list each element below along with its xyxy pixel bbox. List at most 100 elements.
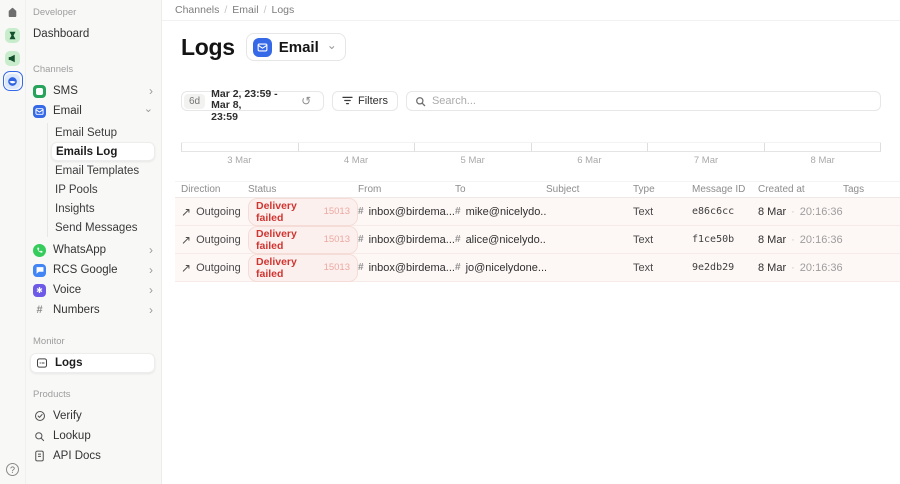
status-label: Delivery failed — [256, 227, 297, 252]
timeline-tick-label: 8 Mar — [810, 155, 835, 166]
page-header: Logs Email ⌄ — [181, 33, 900, 61]
rail-home-button[interactable] — [5, 4, 21, 20]
from-address: inbox@birdema... — [368, 261, 455, 274]
sidebar-subitem-email-setup[interactable]: Email Setup — [48, 123, 161, 142]
sidebar-subitem-ip-pools[interactable]: IP Pools — [48, 180, 161, 199]
sidebar-item-rcs-google[interactable]: RCS Google › — [33, 260, 161, 280]
filters-button[interactable]: Filters — [332, 91, 398, 111]
cell-direction: ↗ Outgoing — [181, 233, 248, 247]
cell-to: # mike@nicelydo... — [455, 206, 546, 218]
search-input[interactable] — [431, 95, 872, 107]
channel-selector-label: Email — [278, 38, 319, 56]
cell-created-at: 8 Mar · 20:16:36 — [758, 206, 843, 218]
breadcrumb-channels[interactable]: Channels — [175, 4, 219, 16]
sidebar-subitem-insights[interactable]: Insights — [48, 199, 161, 218]
log-timeline: 3 Mar 4 Mar 5 Mar 6 Mar 7 Mar 8 Mar — [181, 142, 881, 166]
numbers-icon: # — [36, 304, 43, 316]
breadcrumb-logs[interactable]: Logs — [271, 4, 294, 16]
sidebar-item-sms[interactable]: SMS › — [33, 81, 161, 101]
timeline-segment — [763, 143, 881, 152]
chevron-down-icon: ⌄ — [143, 102, 153, 115]
timeline-tick-label: 4 Mar — [343, 155, 369, 166]
sidebar-item-numbers[interactable]: # Numbers › — [33, 300, 161, 320]
workspace-rail: ? — [0, 0, 26, 484]
sidebar-subitem-emails-log[interactable]: Emails Log — [51, 142, 155, 161]
rail-workspace-megaphone-button[interactable] — [5, 50, 21, 66]
dot-separator: · — [791, 205, 795, 218]
created-time: 20:16:36 — [799, 233, 843, 246]
breadcrumb-email[interactable]: Email — [232, 4, 258, 16]
table-body: ↗ Outgoing Delivery failed 15013 # inbox@bird… — [175, 197, 900, 282]
sidebar-item-label: Verify — [53, 410, 82, 422]
sidebar-item-dashboard[interactable]: Dashboard — [33, 24, 161, 44]
sidebar-item-verify[interactable]: Verify — [33, 406, 161, 426]
cell-to: # alice@nicelydo... — [455, 234, 546, 246]
sidebar-item-voice[interactable]: ✱ Voice › — [33, 280, 161, 300]
cell-from: # inbox@birdema... — [358, 206, 455, 218]
cell-created-at: 8 Mar · 20:16:36 — [758, 262, 843, 274]
cell-message-id: f1ce50b — [692, 234, 758, 245]
cell-message-id: 9e2db29 — [692, 262, 758, 273]
email-channel-icon — [252, 37, 272, 57]
cell-type: Text — [633, 261, 654, 274]
column-header-status: Status — [248, 184, 277, 195]
sidebar-item-label: Email — [53, 105, 82, 117]
column-header-tags: Tags — [843, 184, 865, 195]
sidebar-item-email[interactable]: Email ⌄ — [33, 101, 161, 121]
sidebar-item-logs[interactable]: Logs — [30, 353, 155, 373]
status-badge: Delivery failed 15013 — [248, 253, 358, 282]
table-row[interactable]: ↗ Outgoing Delivery failed 15013 # inbox@bird… — [175, 225, 900, 254]
nav-gap — [33, 466, 161, 484]
sidebar-item-label: RCS Google — [53, 264, 118, 276]
to-address: alice@nicelydo... — [465, 233, 546, 246]
timeline-tick-label: 7 Mar — [693, 155, 719, 166]
nav-gap — [33, 373, 161, 389]
sidebar-item-api-docs[interactable]: API Docs — [33, 446, 161, 466]
sidebar-subitem-email-templates[interactable]: Email Templates — [48, 161, 161, 180]
table-row[interactable]: ↗ Outgoing Delivery failed 15013 # inbox@bird… — [175, 197, 900, 226]
table-header-row: Direction Status From To Subject Type Message … — [175, 181, 900, 198]
rail-workspace-hourglass-button[interactable] — [5, 27, 21, 43]
sidebar-subitem-label: Emails Log — [56, 145, 118, 158]
search-field[interactable] — [405, 91, 881, 111]
chevron-right-icon: › — [149, 263, 153, 277]
rcs-icon — [33, 263, 46, 277]
sidebar-subitem-label: Insights — [55, 202, 95, 215]
logs-table: Direction Status From To Subject Type Message … — [175, 181, 900, 282]
help-icon[interactable]: ? — [6, 463, 19, 476]
timeline-segment — [530, 143, 647, 152]
home-icon — [6, 6, 19, 19]
cell-from: # inbox@birdema... — [358, 234, 455, 246]
sidebar-item-lookup[interactable]: Lookup — [33, 426, 161, 446]
refresh-icon[interactable]: ↺ — [301, 95, 311, 107]
from-address: inbox@birdema... — [368, 205, 455, 218]
status-code: 15013 — [323, 262, 350, 273]
sms-icon — [33, 84, 46, 98]
search-icon — [415, 96, 426, 107]
created-date: 8 Mar — [758, 261, 787, 274]
sidebar-item-label: Dashboard — [33, 28, 90, 40]
sidebar-nav: Developer Dashboard Channels SMS › Email ⌄ Emai… — [26, 0, 162, 484]
date-range-picker[interactable]: 6d Mar 2, 23:59 - Mar 8, 23:59 ↺ — [181, 88, 324, 122]
email-icon — [33, 104, 46, 118]
message-id-value: f1ce50b — [692, 234, 735, 245]
status-badge: Delivery failed 15013 — [248, 225, 358, 254]
column-header-direction: Direction — [181, 184, 221, 195]
arrow-up-right-icon: ↗ — [181, 260, 192, 275]
range-duration-badge: 6d — [184, 93, 206, 109]
column-header-type: Type — [633, 184, 655, 195]
lookup-icon — [33, 431, 46, 442]
to-address: mike@nicelydo... — [465, 205, 546, 218]
rail-workspace-bird-button[interactable] — [2, 71, 23, 91]
status-label: Delivery failed — [256, 255, 297, 280]
section-label-developer: Developer — [33, 7, 77, 18]
timeline-labels: 3 Mar 4 Mar 5 Mar 6 Mar 7 Mar 8 Mar — [181, 155, 881, 166]
direction-label: Outgoing — [196, 205, 241, 218]
chevron-right-icon: › — [149, 243, 153, 257]
channel-selector-dropdown[interactable]: Email ⌄ — [245, 33, 346, 61]
table-row[interactable]: ↗ Outgoing Delivery failed 15013 # inbox@bird… — [175, 253, 900, 282]
sidebar-subitem-send-messages[interactable]: Send Messages — [48, 218, 161, 237]
page-title: Logs — [181, 33, 235, 60]
status-code: 15013 — [323, 234, 350, 245]
sidebar-item-whatsapp[interactable]: WhatsApp › — [33, 240, 161, 260]
